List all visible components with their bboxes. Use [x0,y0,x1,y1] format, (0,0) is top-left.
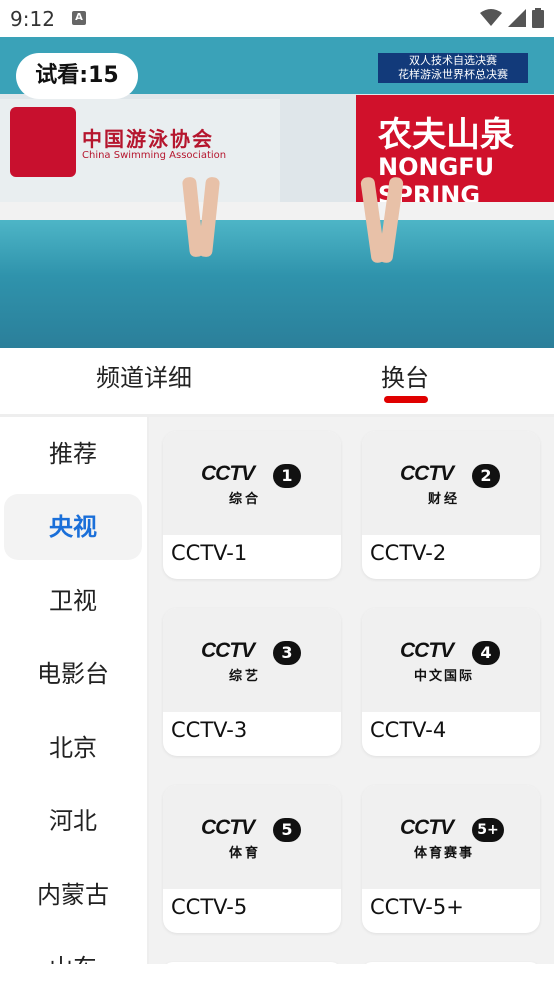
cctv-logo: CCTV 2 财经 [400,462,502,508]
cell-signal-icon [508,9,526,27]
cctv-logo-number: 3 [273,641,301,665]
status-icons [480,8,544,28]
caption-line-1: 双人技术自选决赛 [409,54,497,67]
cctv-logo: CCTV 4 中文国际 [400,639,502,685]
category-beijing[interactable]: 北京 [4,715,142,781]
channel-name: CCTV-3 [171,718,248,742]
category-shandong[interactable]: 山东 [4,935,142,964]
channel-name: CCTV-2 [370,541,447,565]
cctv-logo-sub: 财经 [428,492,461,507]
channel-card-cctv4[interactable]: CCTV 4 中文国际 CCTV-4 [362,608,540,756]
banner-right-text: 农夫山泉 [378,115,514,155]
category-cctv[interactable]: 央视 [4,494,142,560]
banner-left-sub: China Swimming Association [82,150,227,161]
cctv-logo: CCTV 5 体育 [201,816,303,862]
cctv-logo-sub: 体育赛事 [414,846,475,861]
cctv-logo-word: CCTV [400,639,454,662]
channel-logo-area: CCTV 5 体育 [163,785,341,889]
channel-name: CCTV-5+ [370,895,464,919]
notification-icon: A [72,11,86,25]
wifi-icon [480,9,502,26]
category-satellite[interactable]: 卫视 [4,568,142,634]
channel-name: CCTV-4 [370,718,447,742]
cctv-logo-number: 4 [472,641,500,665]
channel-card-cctv2[interactable]: CCTV 2 财经 CCTV-2 [362,431,540,579]
tab-switch-channel[interactable]: 换台 [381,358,429,393]
trial-countdown-badge: 试看:15 [16,53,138,99]
china-swimming-logo [10,107,76,177]
banner-right-sub: NONGFU SPRING [378,153,495,209]
channel-logo-area: CCTV 1 综合 [163,431,341,535]
cctv-logo-sub: 体育 [229,846,262,861]
channel-name: CCTV-1 [171,541,248,565]
channel-logo-area: CCTV 2 财经 [362,431,540,535]
channel-card-cctv1[interactable]: CCTV 1 综合 CCTV-1 [163,431,341,579]
pool-water [0,217,554,348]
channel-logo-area: CCTV 5+ 体育赛事 [362,785,540,889]
cctv-logo-number: 1 [273,464,301,488]
cctv-logo-sub: 中文国际 [414,669,475,684]
category-hebei[interactable]: 河北 [4,788,142,854]
cctv-logo: CCTV 3 综艺 [201,639,303,685]
channel-card-cctv3[interactable]: CCTV 3 综艺 CCTV-3 [163,608,341,756]
channel-logo-area: CCTV 3 综艺 [163,608,341,712]
tab-bar: 频道详细 换台 [0,348,554,414]
category-sidebar: 推荐 央视 卫视 电影台 北京 河北 内蒙古 山东 [0,417,147,964]
cctv-logo-number: 5 [273,818,301,842]
cctv-logo-sub: 综合 [229,492,262,507]
channel-card-cctv5plus[interactable]: CCTV 5+ 体育赛事 CCTV-5+ [362,785,540,933]
channel-grid: CCTV 1 综合 CCTV-1 CCTV 2 财经 CCTV-2 CCTV 3… [149,417,554,964]
cctv-logo: CCTV 5+ 体育赛事 [400,816,504,862]
category-inner-mongolia[interactable]: 内蒙古 [4,862,142,928]
active-tab-indicator [384,396,428,403]
cctv-logo-word: CCTV [201,639,255,662]
cctv-logo: CCTV 1 综合 [201,462,303,508]
channel-card-cctv5[interactable]: CCTV 5 体育 CCTV-5 [163,785,341,933]
lane-rope [0,202,554,220]
cctv-logo-number: 2 [472,464,500,488]
category-recommend[interactable]: 推荐 [4,421,142,487]
caption-line-2: 花样游泳世界杯总决赛 [398,68,508,81]
cctv-logo-number: 5+ [472,818,504,842]
category-movie[interactable]: 电影台 [4,641,142,707]
battery-icon [532,8,544,28]
cctv-logo-word: CCTV [400,816,454,839]
channel-logo-area: CCTV 4 中文国际 [362,608,540,712]
status-time: 9:12 [10,7,55,31]
cctv-logo-word: CCTV [201,462,255,485]
banner-left-text: 中国游泳协会 [82,127,214,151]
cctv-logo-word: CCTV [400,462,454,485]
video-player[interactable]: 中国游泳协会 China Swimming Association 农夫山泉 N… [0,37,554,348]
cctv-logo-sub: 综艺 [229,669,262,684]
bottom-nav-area [0,964,554,984]
channel-name: CCTV-5 [171,895,248,919]
cctv-logo-word: CCTV [201,816,255,839]
status-bar: 9:12 A [0,0,554,37]
broadcast-caption: 双人技术自选决赛 花样游泳世界杯总决赛 [378,53,528,83]
tab-channel-details[interactable]: 频道详细 [96,358,192,393]
